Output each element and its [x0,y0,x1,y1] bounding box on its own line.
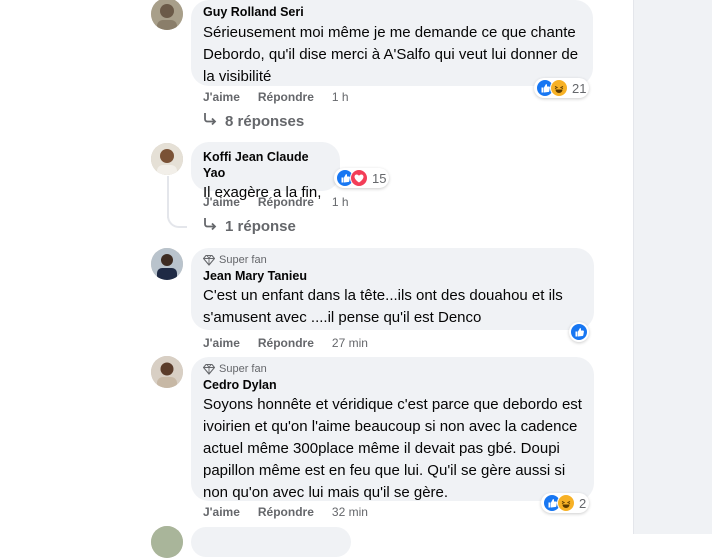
reply-arrow-icon [203,217,217,235]
love-icon [350,169,368,187]
badge-label: Super fan [219,363,267,375]
comment-text: Sérieusement moi même je me demande ce q… [203,24,579,85]
comment-actions: J'aime Répondre 32 min [203,505,368,519]
comment-bubble: Guy Rolland Seri Sérieusement moi même j… [191,0,593,86]
comment-author[interactable]: Cedro Dylan [203,377,582,393]
timestamp[interactable]: 32 min [332,505,368,519]
comment-bubble: Koffi Jean Claude Yao Il exagère a la fi… [191,142,340,201]
right-panel [633,0,712,534]
view-replies-button[interactable]: 8 réponses [203,112,304,130]
like-icon [570,323,588,341]
view-replies-button[interactable]: 1 réponse [203,217,296,235]
comment-author[interactable]: Jean Mary Tanieu [203,268,582,284]
timestamp[interactable]: 1 h [332,90,349,104]
reaction-count: 15 [372,170,387,186]
replies-label: 8 réponses [225,112,305,130]
comment-text: Soyons honnête et véridique c'est parce … [203,396,582,501]
comment-actions: J'aime Répondre 27 min [203,336,368,350]
avatar[interactable] [151,143,183,175]
reaction-summary[interactable] [569,322,589,342]
timestamp[interactable]: 1 h [332,195,349,209]
thread-line [167,210,187,228]
like-button[interactable]: J'aime [203,336,240,350]
reply-button[interactable]: Répondre [258,195,314,209]
comment-author[interactable]: Guy Rolland Seri [203,4,581,20]
avatar[interactable] [151,356,183,388]
avatar[interactable] [151,526,183,558]
reaction-summary[interactable]: 2 [541,493,590,513]
replies-label: 1 réponse [225,217,296,235]
comment-thread: Guy Rolland Seri Sérieusement moi même j… [0,0,634,558]
reply-button[interactable]: Répondre [258,336,314,350]
haha-icon [557,494,575,512]
super-fan-badge[interactable]: Super fan [203,363,582,375]
reaction-count: 2 [579,495,587,511]
reaction-summary[interactable]: 21 [534,78,590,98]
super-fan-badge[interactable]: Super fan [203,254,582,266]
reply-button[interactable]: Répondre [258,90,314,104]
reply-arrow-icon [203,112,217,130]
like-button[interactable]: J'aime [203,505,240,519]
comment-author[interactable]: Koffi Jean Claude Yao [203,149,328,181]
diamond-icon [203,363,215,375]
timestamp[interactable]: 27 min [332,336,368,350]
comment-text: C'est un enfant dans la tête...ils ont d… [203,287,563,326]
like-button[interactable]: J'aime [203,90,240,104]
comment-bubble: Super fan Cedro Dylan Soyons honnête et … [191,357,594,501]
comment-actions: J'aime Répondre 1 h [203,90,349,104]
comment-actions: J'aime Répondre 1 h [203,195,349,209]
comment-bubble [191,527,351,557]
avatar[interactable] [151,248,183,280]
reaction-count: 21 [572,80,587,96]
reply-button[interactable]: Répondre [258,505,314,519]
diamond-icon [203,254,215,266]
comment-bubble: Super fan Jean Mary Tanieu C'est un enfa… [191,248,594,330]
avatar[interactable] [151,0,183,30]
reaction-summary[interactable]: 15 [334,168,390,188]
haha-icon [550,79,568,97]
like-button[interactable]: J'aime [203,195,240,209]
badge-label: Super fan [219,254,267,266]
